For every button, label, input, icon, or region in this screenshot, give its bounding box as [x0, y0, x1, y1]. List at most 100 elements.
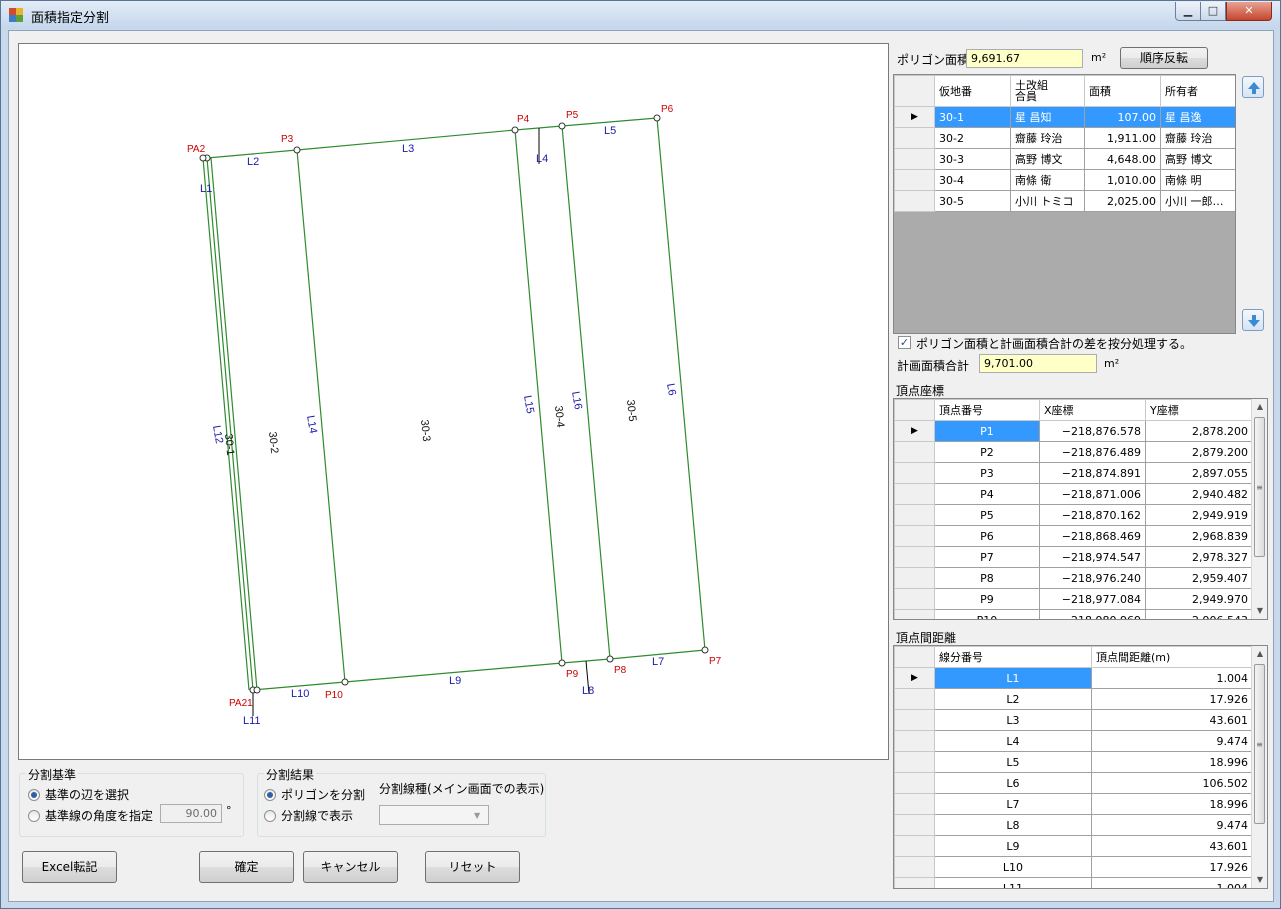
vertex-point[interactable] [341, 678, 349, 686]
table-row[interactable]: P9 −218,977.084 2,949.970 [894, 588, 1253, 610]
table-row[interactable]: L10 17.926 [894, 856, 1253, 878]
table-row[interactable]: P8 −218,976.240 2,959.407 [894, 567, 1253, 589]
table-row[interactable]: 30-4 南條 衛 1,010.00 南條 明 [894, 169, 1235, 191]
table-cell[interactable]: 小川 一郎… [1160, 190, 1235, 212]
table-row[interactable]: L9 43.601 [894, 835, 1253, 857]
table-cell[interactable]: L6 [934, 772, 1092, 794]
table-row[interactable]: ▶ L1 1.004 [894, 667, 1253, 689]
table-cell[interactable]: 2,968.839 [1145, 525, 1253, 547]
table-row[interactable]: ▶ 30-1 星 昌知 107.00 星 昌逸 [894, 106, 1235, 128]
table-cell[interactable]: P8 [934, 567, 1040, 589]
table-cell[interactable]: −218,868.469 [1039, 525, 1146, 547]
row-header[interactable] [894, 814, 935, 836]
close-button[interactable]: ✕ [1226, 2, 1272, 21]
column-header[interactable]: 線分番号 [934, 646, 1092, 668]
table-cell[interactable]: P1 [934, 420, 1040, 442]
confirm-button[interactable]: 確定 [199, 851, 294, 883]
table-cell[interactable]: 2,949.919 [1145, 504, 1253, 526]
table-cell[interactable]: P10 [934, 609, 1040, 619]
row-header[interactable] [894, 730, 935, 752]
table-cell[interactable]: 2,878.200 [1145, 420, 1253, 442]
table-cell[interactable]: 星 昌知 [1010, 106, 1085, 128]
table-cell[interactable]: 30-4 [934, 169, 1011, 191]
table-cell[interactable]: L2 [934, 688, 1092, 710]
table-cell[interactable]: L9 [934, 835, 1092, 857]
column-header[interactable]: 面積 [1084, 75, 1161, 107]
vertex-point[interactable] [253, 686, 261, 694]
table-row[interactable]: L3 43.601 [894, 709, 1253, 731]
column-header[interactable]: 頂点間距離(m) [1091, 646, 1253, 668]
maximize-button[interactable]: □ [1200, 2, 1226, 21]
boundary-line[interactable] [210, 157, 258, 691]
table-cell[interactable]: 30-5 [934, 190, 1011, 212]
table-row[interactable]: L7 18.996 [894, 793, 1253, 815]
row-header[interactable] [894, 525, 935, 547]
row-header[interactable] [894, 688, 935, 710]
table-cell[interactable]: P4 [934, 483, 1040, 505]
table-cell[interactable]: P9 [934, 588, 1040, 610]
row-header[interactable] [894, 567, 935, 589]
table-cell[interactable]: P5 [934, 504, 1040, 526]
vertex-point[interactable] [701, 646, 709, 654]
table-cell[interactable]: P3 [934, 462, 1040, 484]
table-cell[interactable]: L7 [934, 793, 1092, 815]
row-header[interactable] [894, 877, 935, 888]
drawing-canvas[interactable]: PA2 P3 P4 P5 P6 P7 P8 P9 P10 PA21 L1 L2 L3 L4 L5 L6 L7 L8… [18, 43, 889, 760]
move-up-button[interactable] [1242, 76, 1264, 98]
table-cell[interactable]: 齋藤 玲治 [1160, 127, 1235, 149]
table-cell[interactable]: P7 [934, 546, 1040, 568]
scroll-up-icon[interactable]: ▲ [1252, 646, 1267, 662]
table-cell[interactable]: 高野 博文 [1010, 148, 1085, 170]
row-header[interactable] [894, 462, 935, 484]
table-cell[interactable]: 18.996 [1091, 793, 1253, 815]
table-cell[interactable]: −218,876.489 [1039, 441, 1146, 463]
table-cell[interactable]: 2,978.327 [1145, 546, 1253, 568]
row-header[interactable] [894, 609, 935, 619]
column-header[interactable]: 仮地番 [934, 75, 1011, 107]
table-cell[interactable]: 107.00 [1084, 106, 1161, 128]
table-cell[interactable]: 1.004 [1091, 877, 1253, 888]
table-cell[interactable]: 高野 博文 [1160, 148, 1235, 170]
row-header[interactable] [894, 483, 935, 505]
table-row[interactable]: L8 9.474 [894, 814, 1253, 836]
table-cell[interactable]: 南條 衛 [1010, 169, 1085, 191]
vertex-point[interactable] [293, 146, 301, 154]
table-row[interactable]: L4 9.474 [894, 730, 1253, 752]
table-cell[interactable]: 9.474 [1091, 814, 1253, 836]
table-cell[interactable]: 2,879.200 [1145, 441, 1253, 463]
vertex-point[interactable] [606, 655, 614, 663]
polygon-area-field[interactable]: 9,691.67 [966, 49, 1083, 68]
column-header[interactable]: X座標 [1039, 399, 1146, 421]
row-header[interactable] [894, 588, 935, 610]
reverse-order-button[interactable]: 順序反転 [1120, 47, 1208, 69]
table-row[interactable]: L5 18.996 [894, 751, 1253, 773]
row-header[interactable] [894, 772, 935, 794]
table-cell[interactable]: 南條 明 [1160, 169, 1235, 191]
table-cell[interactable]: 43.601 [1091, 709, 1253, 731]
row-header[interactable] [894, 856, 935, 878]
excel-export-button[interactable]: Excel転記 [22, 851, 117, 883]
column-header[interactable]: Y座標 [1145, 399, 1253, 421]
row-header[interactable] [894, 751, 935, 773]
row-header[interactable] [894, 190, 935, 212]
table-cell[interactable]: −218,876.578 [1039, 420, 1146, 442]
column-header[interactable]: 土改組 合員 [1010, 75, 1085, 107]
table-row[interactable]: L2 17.926 [894, 688, 1253, 710]
table-cell[interactable]: 1,010.00 [1084, 169, 1161, 191]
table-cell[interactable]: 9.474 [1091, 730, 1253, 752]
boundary-line[interactable] [202, 157, 250, 691]
table-cell[interactable]: 2,949.970 [1145, 588, 1253, 610]
vertex-table[interactable]: 頂点番号 X座標 Y座標 ▶ P1 −218,876.578 2,878.200 P2 −218… [893, 398, 1268, 620]
table-cell[interactable]: −218,974.547 [1039, 546, 1146, 568]
table-cell[interactable]: 4,648.00 [1084, 148, 1161, 170]
radio-select-edge[interactable]: 基準の辺を選択 [28, 786, 129, 803]
table-cell[interactable]: L5 [934, 751, 1092, 773]
row-header[interactable] [894, 127, 935, 149]
table-row[interactable]: P6 −218,868.469 2,968.839 [894, 525, 1253, 547]
table-cell[interactable]: 2,025.00 [1084, 190, 1161, 212]
boundary-line[interactable] [206, 157, 254, 691]
scroll-thumb[interactable]: ≡ [1254, 664, 1265, 824]
table-row[interactable]: ▶ P1 −218,876.578 2,878.200 [894, 420, 1253, 442]
vertex-point[interactable] [511, 126, 519, 134]
table-cell[interactable]: 30-3 [934, 148, 1011, 170]
